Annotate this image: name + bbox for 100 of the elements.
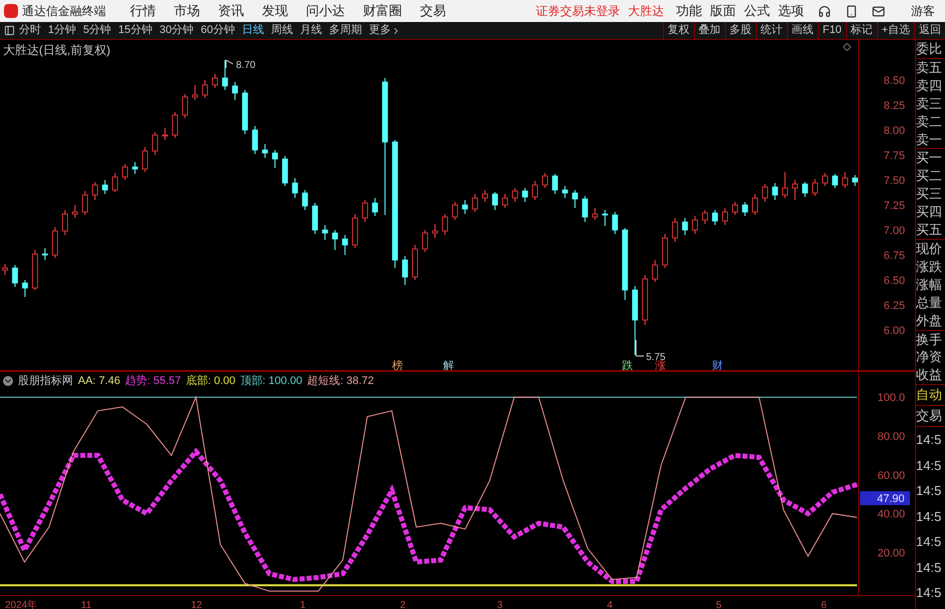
high-price-label: 8.70 <box>236 60 256 71</box>
toolbar-button[interactable]: 复权 <box>662 22 694 39</box>
quote-label: 委比 <box>916 40 945 59</box>
menu-item[interactable]: 市场 <box>174 1 200 21</box>
menu-item[interactable]: 发现 <box>262 1 288 21</box>
quote-label: 卖四 <box>916 76 943 95</box>
candlestick <box>732 202 738 216</box>
candlestick <box>672 218 678 242</box>
quote-label: 换手 <box>916 330 943 348</box>
price-tick-label: 7.25 <box>884 200 905 212</box>
candlestick <box>82 190 88 216</box>
candlestick <box>832 174 838 188</box>
quote-label: 涨跌 <box>916 258 943 276</box>
quote-label: 买三 <box>916 185 943 204</box>
price-tick-label: 8.50 <box>884 75 905 87</box>
tool-menu-item[interactable]: 公式 <box>744 1 770 21</box>
indicator-tick-label: 60.00 <box>877 470 905 482</box>
period-tab[interactable]: 分时 <box>19 22 41 39</box>
dropdown-icon[interactable] <box>3 376 13 386</box>
candlestick <box>562 186 568 198</box>
date-tick-label: 3 <box>497 600 503 609</box>
event-tag[interactable]: 跌 <box>622 360 633 370</box>
toolbar-button[interactable]: 叠加 <box>694 22 725 39</box>
tool-menu-item[interactable]: 选项 <box>778 1 804 21</box>
candlestick <box>232 82 238 100</box>
period-tab[interactable]: 更多 <box>369 22 401 39</box>
candlestick <box>542 172 548 188</box>
period-tab[interactable]: 1分钟 <box>48 22 76 39</box>
headset-icon[interactable] <box>818 4 831 18</box>
toolbar-button[interactable]: F10 <box>818 22 846 39</box>
candlestick <box>292 178 298 198</box>
indicator-tick-label: 20.00 <box>877 547 905 560</box>
candlestick <box>652 260 658 282</box>
user-label[interactable]: 游客 <box>911 2 935 20</box>
period-tab[interactable]: 周线 <box>271 22 293 39</box>
period-tab[interactable]: 15分钟 <box>118 22 152 39</box>
toolbar-button[interactable]: 统计 <box>756 22 787 39</box>
sidebar-toggle-icon[interactable] <box>4 25 15 36</box>
candlestick <box>792 180 798 200</box>
toolbar-button[interactable]: +自选 <box>876 22 914 39</box>
menu-item[interactable]: 行情 <box>130 1 156 21</box>
price-tick-label: 6.50 <box>884 275 905 287</box>
candlestick <box>42 248 48 260</box>
notice-text[interactable]: 证券交易未登录 <box>536 2 620 20</box>
mail-icon[interactable] <box>872 4 885 18</box>
candlestick <box>32 250 38 290</box>
date-tick-label: 2024年 <box>5 600 38 609</box>
period-tab[interactable]: 日线 <box>242 22 264 39</box>
menu-item[interactable]: 财富圈 <box>363 1 402 21</box>
phone-icon[interactable] <box>845 4 858 18</box>
diamond-icon[interactable] <box>843 43 851 51</box>
quote-label: 买二 <box>916 167 943 186</box>
toolbar-button[interactable]: 返回 <box>914 22 945 39</box>
quote-label: 外盘 <box>916 312 945 330</box>
candlestick <box>552 174 558 194</box>
candlestick <box>362 200 368 222</box>
quote-label: 卖一 <box>916 130 945 150</box>
tool-menu-item[interactable]: 功能 <box>676 1 702 21</box>
price-tick-label: 8.25 <box>884 100 905 112</box>
menu-item[interactable]: 交易 <box>420 1 446 21</box>
period-tab[interactable]: 5分钟 <box>83 22 112 39</box>
candlestick <box>282 156 288 186</box>
toolbar-button[interactable]: 多股 <box>724 22 756 39</box>
candlestick <box>432 224 438 238</box>
menu-item[interactable]: 问小达 <box>306 1 345 21</box>
price-tick-label: 7.50 <box>884 175 905 187</box>
auto-label[interactable]: 自动 <box>916 385 945 406</box>
period-tab[interactable]: 月线 <box>300 22 322 39</box>
candlestick <box>122 164 128 180</box>
notice-text[interactable]: 大胜达 <box>628 2 664 20</box>
candlestick <box>572 190 578 208</box>
candlestick <box>212 74 218 88</box>
chart-title: 大胜达(日线,前复权) <box>3 42 110 59</box>
period-tab[interactable]: 30分钟 <box>160 22 194 39</box>
toolbar-button[interactable]: 标记 <box>846 22 877 39</box>
date-tick-label: 5 <box>716 600 722 609</box>
candlestick <box>352 214 358 248</box>
price-tick-label: 7.75 <box>884 150 905 162</box>
quote-label: 总量 <box>916 294 943 312</box>
candlestick <box>172 112 178 138</box>
candlestick <box>142 146 148 172</box>
quote-label: 净资 <box>916 348 943 366</box>
period-tab[interactable]: 60分钟 <box>200 22 235 39</box>
quote-label: 卖三 <box>916 94 943 113</box>
quote-label: 卖二 <box>916 112 943 131</box>
price-tick-label: 8.00 <box>884 125 905 137</box>
candlestick <box>742 202 748 216</box>
trade-time: 14:5 <box>916 533 942 552</box>
menu-item[interactable]: 资讯 <box>218 1 244 21</box>
indicator-name: 股朋指标网 <box>18 374 73 389</box>
toolbar-button[interactable]: 画线 <box>786 22 818 39</box>
price-tick-label: 6.75 <box>884 250 905 262</box>
candlestick <box>522 188 528 202</box>
period-tab[interactable]: 多周期 <box>329 22 362 39</box>
candlestick <box>252 126 258 154</box>
candlestick <box>822 172 828 186</box>
candlestick <box>202 80 208 98</box>
tool-menu-item[interactable]: 版面 <box>710 1 736 21</box>
candlestick <box>222 60 228 90</box>
candlestick <box>802 182 808 198</box>
